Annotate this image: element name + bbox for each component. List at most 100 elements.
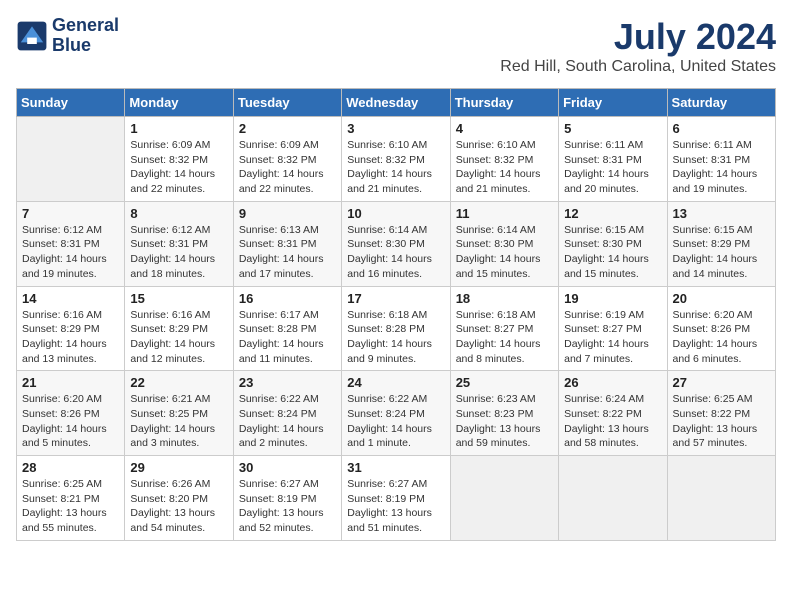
day-info: Sunrise: 6:24 AM Sunset: 8:22 PM Dayligh… — [564, 392, 661, 451]
day-header: Friday — [559, 89, 667, 117]
month-title: July 2024 — [500, 16, 776, 58]
day-number: 6 — [673, 121, 770, 136]
day-number: 13 — [673, 206, 770, 221]
day-info: Sunrise: 6:22 AM Sunset: 8:24 PM Dayligh… — [347, 392, 444, 451]
day-info: Sunrise: 6:26 AM Sunset: 8:20 PM Dayligh… — [130, 477, 227, 536]
day-number: 8 — [130, 206, 227, 221]
day-info: Sunrise: 6:12 AM Sunset: 8:31 PM Dayligh… — [130, 223, 227, 282]
day-info: Sunrise: 6:17 AM Sunset: 8:28 PM Dayligh… — [239, 308, 336, 367]
day-number: 9 — [239, 206, 336, 221]
calendar-week-row: 28 Sunrise: 6:25 AM Sunset: 8:21 PM Dayli… — [17, 456, 776, 541]
day-info: Sunrise: 6:20 AM Sunset: 8:26 PM Dayligh… — [22, 392, 119, 451]
logo-icon — [16, 20, 48, 52]
day-info: Sunrise: 6:18 AM Sunset: 8:27 PM Dayligh… — [456, 308, 553, 367]
calendar-day-cell: 3Sunrise: 6:10 AM Sunset: 8:32 PM Daylig… — [342, 117, 450, 202]
location-title: Red Hill, South Carolina, United States — [500, 58, 776, 76]
calendar-day-cell: 29 Sunrise: 6:26 AM Sunset: 8:20 PM Dayli… — [125, 456, 233, 541]
day-info: Sunrise: 6:09 AM Sunset: 8:32 PM Dayligh… — [239, 138, 336, 197]
day-header: Wednesday — [342, 89, 450, 117]
day-number: 23 — [239, 375, 336, 390]
day-number: 7 — [22, 206, 119, 221]
calendar-day-cell: 24 Sunrise: 6:22 AM Sunset: 8:24 PM Dayli… — [342, 371, 450, 456]
day-header: Thursday — [450, 89, 558, 117]
day-number: 19 — [564, 291, 661, 306]
day-header: Sunday — [17, 89, 125, 117]
calendar-week-row: 7 Sunrise: 6:12 AM Sunset: 8:31 PM Daylig… — [17, 201, 776, 286]
day-number: 1 — [130, 121, 227, 136]
day-number: 20 — [673, 291, 770, 306]
calendar-week-row: 21 Sunrise: 6:20 AM Sunset: 8:26 PM Dayli… — [17, 371, 776, 456]
logo-line1: General — [52, 16, 119, 36]
day-info: Sunrise: 6:18 AM Sunset: 8:28 PM Dayligh… — [347, 308, 444, 367]
day-number: 25 — [456, 375, 553, 390]
calendar-day-cell: 4 Sunrise: 6:10 AM Sunset: 8:32 PM Daylig… — [450, 117, 558, 202]
day-info: Sunrise: 6:25 AM Sunset: 8:21 PM Dayligh… — [22, 477, 119, 536]
day-info: Sunrise: 6:14 AM Sunset: 8:30 PM Dayligh… — [456, 223, 553, 282]
calendar-day-cell: 10 Sunrise: 6:14 AM Sunset: 8:30 PM Dayli… — [342, 201, 450, 286]
calendar-day-cell: 22 Sunrise: 6:21 AM Sunset: 8:25 PM Dayli… — [125, 371, 233, 456]
logo-text: General Blue — [52, 16, 119, 56]
day-info: Sunrise: 6:13 AM Sunset: 8:31 PM Dayligh… — [239, 223, 336, 282]
day-info: Sunrise: 6:21 AM Sunset: 8:25 PM Dayligh… — [130, 392, 227, 451]
calendar-day-cell: 31 Sunrise: 6:27 AM Sunset: 8:19 PM Dayli… — [342, 456, 450, 541]
calendar-day-cell: 30 Sunrise: 6:27 AM Sunset: 8:19 PM Dayli… — [233, 456, 341, 541]
day-info: Sunrise: 6:23 AM Sunset: 8:23 PM Dayligh… — [456, 392, 553, 451]
calendar-header-row: SundayMondayTuesdayWednesdayThursdayFrid… — [17, 89, 776, 117]
calendar-day-cell: 8 Sunrise: 6:12 AM Sunset: 8:31 PM Daylig… — [125, 201, 233, 286]
calendar-day-cell: 16Sunrise: 6:17 AM Sunset: 8:28 PM Dayli… — [233, 286, 341, 371]
calendar-day-cell — [559, 456, 667, 541]
calendar-day-cell: 12 Sunrise: 6:15 AM Sunset: 8:30 PM Dayli… — [559, 201, 667, 286]
calendar-day-cell: 27Sunrise: 6:25 AM Sunset: 8:22 PM Dayli… — [667, 371, 775, 456]
day-info: Sunrise: 6:12 AM Sunset: 8:31 PM Dayligh… — [22, 223, 119, 282]
day-info: Sunrise: 6:09 AM Sunset: 8:32 PM Dayligh… — [130, 138, 227, 197]
day-info: Sunrise: 6:11 AM Sunset: 8:31 PM Dayligh… — [564, 138, 661, 197]
day-number: 12 — [564, 206, 661, 221]
day-number: 22 — [130, 375, 227, 390]
day-number: 3 — [347, 121, 444, 136]
day-number: 30 — [239, 460, 336, 475]
day-number: 5 — [564, 121, 661, 136]
calendar-day-cell: 20 Sunrise: 6:20 AM Sunset: 8:26 PM Dayli… — [667, 286, 775, 371]
day-number: 21 — [22, 375, 119, 390]
day-info: Sunrise: 6:16 AM Sunset: 8:29 PM Dayligh… — [130, 308, 227, 367]
day-number: 4 — [456, 121, 553, 136]
day-number: 27 — [673, 375, 770, 390]
calendar-week-row: 1 Sunrise: 6:09 AM Sunset: 8:32 PM Daylig… — [17, 117, 776, 202]
calendar-day-cell: 6Sunrise: 6:11 AM Sunset: 8:31 PM Daylig… — [667, 117, 775, 202]
day-info: Sunrise: 6:15 AM Sunset: 8:29 PM Dayligh… — [673, 223, 770, 282]
title-area: July 2024 Red Hill, South Carolina, Unit… — [500, 16, 776, 76]
calendar-week-row: 14 Sunrise: 6:16 AM Sunset: 8:29 PM Dayli… — [17, 286, 776, 371]
day-header: Tuesday — [233, 89, 341, 117]
calendar-day-cell: 11 Sunrise: 6:14 AM Sunset: 8:30 PM Dayli… — [450, 201, 558, 286]
day-number: 15 — [130, 291, 227, 306]
calendar-day-cell: 26Sunrise: 6:24 AM Sunset: 8:22 PM Dayli… — [559, 371, 667, 456]
calendar-day-cell: 19Sunrise: 6:19 AM Sunset: 8:27 PM Dayli… — [559, 286, 667, 371]
calendar-day-cell: 13 Sunrise: 6:15 AM Sunset: 8:29 PM Dayli… — [667, 201, 775, 286]
day-number: 31 — [347, 460, 444, 475]
day-info: Sunrise: 6:10 AM Sunset: 8:32 PM Dayligh… — [456, 138, 553, 197]
day-number: 10 — [347, 206, 444, 221]
day-number: 18 — [456, 291, 553, 306]
day-info: Sunrise: 6:15 AM Sunset: 8:30 PM Dayligh… — [564, 223, 661, 282]
calendar-day-cell: 14 Sunrise: 6:16 AM Sunset: 8:29 PM Dayli… — [17, 286, 125, 371]
day-info: Sunrise: 6:22 AM Sunset: 8:24 PM Dayligh… — [239, 392, 336, 451]
calendar-day-cell: 2Sunrise: 6:09 AM Sunset: 8:32 PM Daylig… — [233, 117, 341, 202]
day-info: Sunrise: 6:20 AM Sunset: 8:26 PM Dayligh… — [673, 308, 770, 367]
day-info: Sunrise: 6:14 AM Sunset: 8:30 PM Dayligh… — [347, 223, 444, 282]
calendar-table: SundayMondayTuesdayWednesdayThursdayFrid… — [16, 88, 776, 541]
day-number: 24 — [347, 375, 444, 390]
day-info: Sunrise: 6:27 AM Sunset: 8:19 PM Dayligh… — [347, 477, 444, 536]
day-number: 29 — [130, 460, 227, 475]
calendar-body: 1 Sunrise: 6:09 AM Sunset: 8:32 PM Daylig… — [17, 117, 776, 541]
day-info: Sunrise: 6:16 AM Sunset: 8:29 PM Dayligh… — [22, 308, 119, 367]
calendar-day-cell — [450, 456, 558, 541]
day-number: 11 — [456, 206, 553, 221]
day-info: Sunrise: 6:27 AM Sunset: 8:19 PM Dayligh… — [239, 477, 336, 536]
calendar-day-cell: 18 Sunrise: 6:18 AM Sunset: 8:27 PM Dayli… — [450, 286, 558, 371]
day-header: Saturday — [667, 89, 775, 117]
day-header: Monday — [125, 89, 233, 117]
day-number: 14 — [22, 291, 119, 306]
day-number: 28 — [22, 460, 119, 475]
calendar-day-cell: 28 Sunrise: 6:25 AM Sunset: 8:21 PM Dayli… — [17, 456, 125, 541]
calendar-day-cell: 21 Sunrise: 6:20 AM Sunset: 8:26 PM Dayli… — [17, 371, 125, 456]
